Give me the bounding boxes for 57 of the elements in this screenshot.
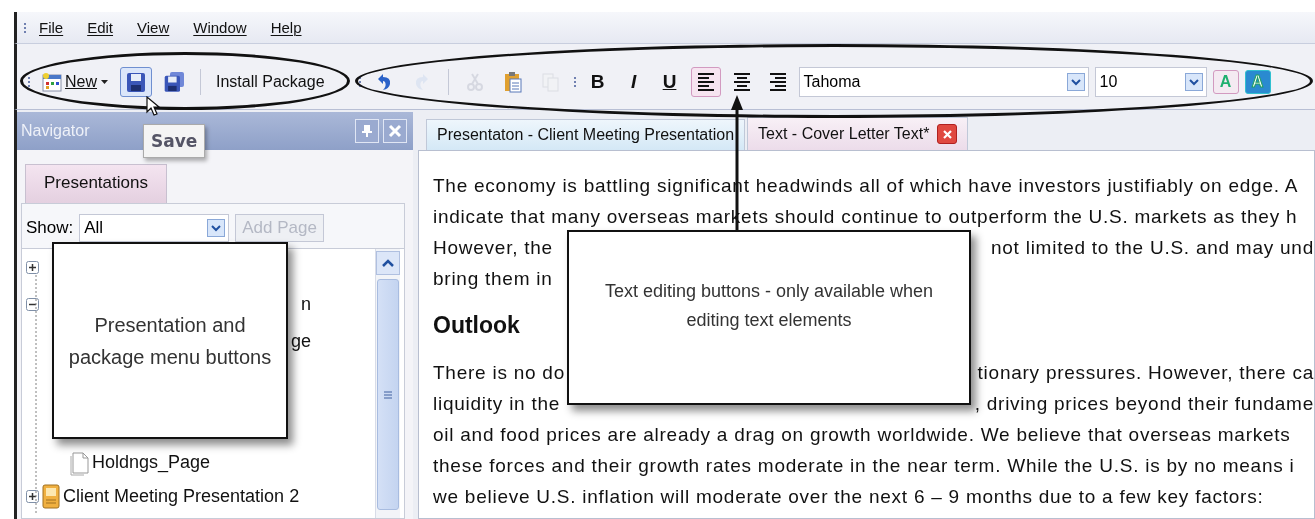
menu-item[interactable]: View bbox=[125, 17, 182, 38]
caret-icon bbox=[100, 78, 109, 85]
tooltip: Save bbox=[143, 124, 206, 158]
italic-button[interactable]: I bbox=[618, 66, 649, 97]
new-document-icon bbox=[42, 71, 62, 92]
menu-item[interactable]: Edit bbox=[75, 17, 126, 38]
close-tab-button[interactable] bbox=[937, 124, 958, 144]
pin-icon bbox=[360, 124, 374, 138]
close-icon bbox=[941, 128, 953, 140]
body-text: not limited to the U.S. and may und bbox=[990, 236, 1314, 259]
body-text: oil and food prices are already a drag on growth worldwide. We believe that overseas markets bbox=[433, 423, 1291, 446]
body-text: , driving prices beyond their fundame bbox=[974, 392, 1314, 415]
tree-item[interactable]: Holdngs_Page bbox=[92, 452, 211, 473]
section-heading: Outlook bbox=[433, 312, 520, 339]
body-text: bring them in bbox=[433, 267, 553, 290]
callout: Text editing buttons - only available when editing text elements bbox=[567, 230, 971, 405]
menu-item[interactable]: File bbox=[27, 17, 76, 38]
new-button[interactable]: New bbox=[37, 66, 114, 97]
document-tab[interactable]: Presentaton - Client Meeting Presentation bbox=[426, 119, 746, 150]
cursor-icon bbox=[146, 96, 160, 116]
body-text: we believe U.S. inflation will moderate over the next 6 – 9 months due to a few key factors: bbox=[433, 485, 1264, 508]
expand-icon[interactable] bbox=[26, 261, 39, 274]
tree-item[interactable]: ge bbox=[290, 331, 311, 352]
install-package-button[interactable]: Install Package bbox=[211, 66, 330, 97]
menu-item[interactable]: Window bbox=[181, 17, 259, 38]
expand-icon[interactable] bbox=[26, 489, 39, 503]
tree-item[interactable]: Client Meeting Presentation 2 bbox=[63, 485, 300, 507]
toolbar-grip[interactable] bbox=[23, 20, 27, 35]
close-icon bbox=[388, 124, 402, 138]
scroll-up-icon[interactable] bbox=[382, 258, 394, 268]
body-text: liquidity in the bbox=[433, 392, 561, 415]
scrollbar[interactable] bbox=[375, 249, 400, 518]
presentation-icon bbox=[41, 482, 61, 510]
tree-item[interactable]: n bbox=[301, 294, 311, 315]
align-left-button[interactable] bbox=[690, 66, 721, 97]
body-text: There is no do bbox=[433, 361, 565, 384]
floppy-disks-icon bbox=[163, 70, 185, 93]
show-label: Show: bbox=[26, 218, 74, 238]
toolbar-grip[interactable] bbox=[27, 74, 31, 89]
font-dropdown[interactable]: Tahoma bbox=[798, 66, 1089, 97]
callout: Presentation and package menu buttons bbox=[52, 242, 288, 439]
page-icon bbox=[70, 449, 90, 476]
collapse-icon[interactable] bbox=[26, 298, 39, 311]
save-button[interactable] bbox=[120, 66, 152, 97]
document-tab[interactable]: Text - Cover Letter Text* bbox=[747, 117, 969, 150]
menu-item[interactable]: Help bbox=[258, 17, 314, 38]
panel-tab[interactable]: Presentations bbox=[25, 164, 167, 203]
bold-button[interactable]: B bbox=[582, 66, 613, 97]
grip-icon bbox=[383, 390, 393, 399]
body-text: tionary pressures. However, there ca bbox=[977, 361, 1314, 384]
body-text: However, the bbox=[433, 236, 553, 259]
panel-title: Navigator bbox=[21, 122, 90, 140]
body-text: these forces and their growth rates moderate in the near term. While the U.S. is by no means i bbox=[433, 454, 1295, 477]
underline-button[interactable]: U bbox=[654, 66, 685, 97]
font-size-dropdown[interactable]: 10 bbox=[1094, 66, 1207, 97]
show-dropdown[interactable]: All bbox=[79, 214, 230, 242]
toolbar-grip[interactable] bbox=[572, 74, 577, 89]
